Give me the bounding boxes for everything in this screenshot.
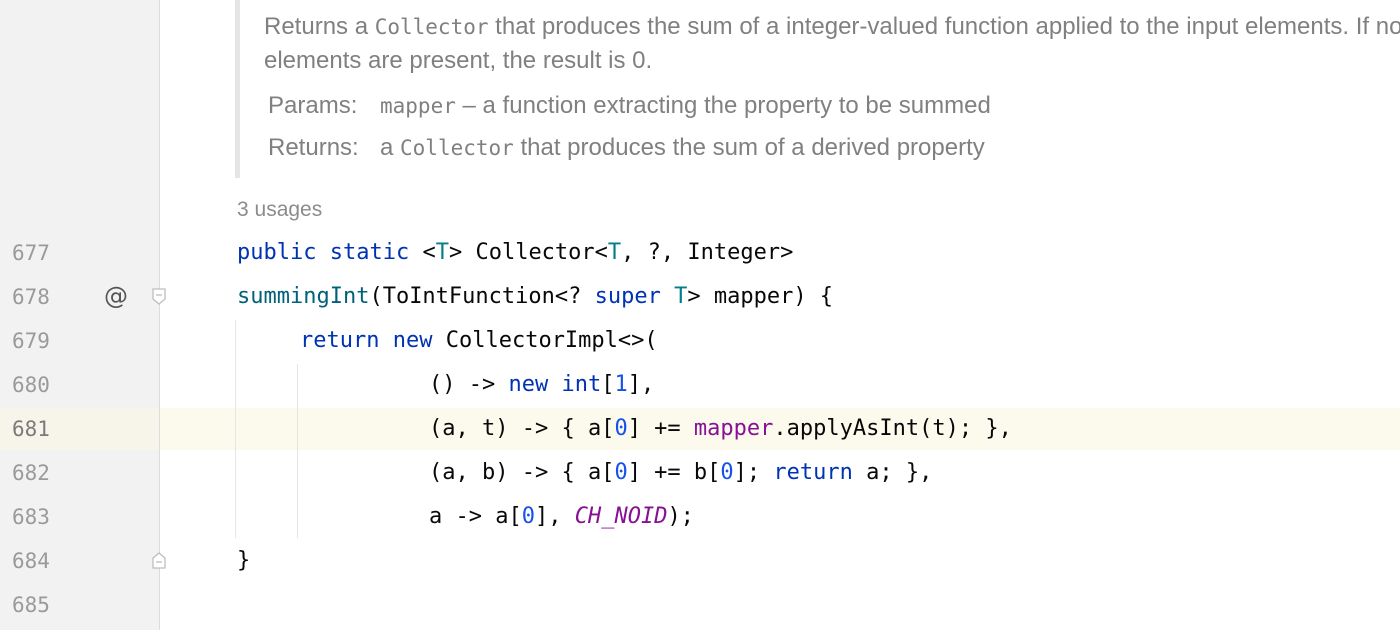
line-number[interactable]: 677: [12, 231, 72, 275]
code-line-681[interactable]: (a, t) -> { a[0] += mapper.applyAsInt(t)…: [429, 407, 1012, 451]
code-line-679[interactable]: return new CollectorImpl<>(: [300, 319, 658, 363]
doc-params-label: Params:: [268, 92, 358, 119]
doc-description: Returns a Collector that produces the su…: [264, 13, 1400, 74]
line-number[interactable]: 683: [12, 495, 72, 539]
code-line-684[interactable]: }: [237, 539, 250, 583]
fold-start-icon[interactable]: [151, 287, 167, 307]
doc-param-text: – a function extracting the property to …: [455, 92, 991, 119]
line-number[interactable]: 682: [12, 451, 72, 495]
line-number[interactable]: 685: [12, 583, 72, 627]
indent-guide: [235, 320, 236, 538]
line-number[interactable]: 680: [12, 363, 72, 407]
doc-returns-label: Returns:: [268, 134, 359, 161]
line-number[interactable]: 679: [12, 319, 72, 363]
code-line-682[interactable]: (a, b) -> { a[0] += b[0]; return a; },: [429, 451, 932, 495]
code-line-683[interactable]: a -> a[0], CH_NOID);: [429, 495, 694, 539]
line-number-current[interactable]: 681: [12, 407, 72, 451]
gutter-divider: [159, 0, 160, 630]
doc-returns-row: Returns: a Collector that produces the su…: [268, 131, 985, 165]
line-number[interactable]: 678: [12, 275, 72, 319]
fold-end-icon[interactable]: [151, 550, 167, 570]
doc-code-collector: Collector: [374, 15, 489, 39]
override-at-icon[interactable]: @: [102, 278, 130, 314]
doc-param-name: mapper: [380, 94, 456, 118]
usages-inlay-hint[interactable]: 3 usages: [237, 193, 322, 227]
doc-params-row: Params: mapper – a function extracting th…: [268, 89, 991, 123]
code-line-678[interactable]: summingInt(ToIntFunction<? super T> mapp…: [237, 275, 833, 319]
indent-guide: [297, 364, 298, 538]
doc-returns-text: that produces the sum of a derived prope…: [513, 134, 985, 161]
doc-returns-code: Collector: [400, 136, 514, 160]
line-number[interactable]: 684: [12, 539, 72, 583]
code-line-677[interactable]: public static <T> Collector<T, ?, Intege…: [237, 231, 793, 275]
rendered-doc-comment[interactable]: Returns a Collector that produces the su…: [235, 0, 1400, 178]
code-line-680[interactable]: () -> new int[1],: [429, 363, 654, 407]
